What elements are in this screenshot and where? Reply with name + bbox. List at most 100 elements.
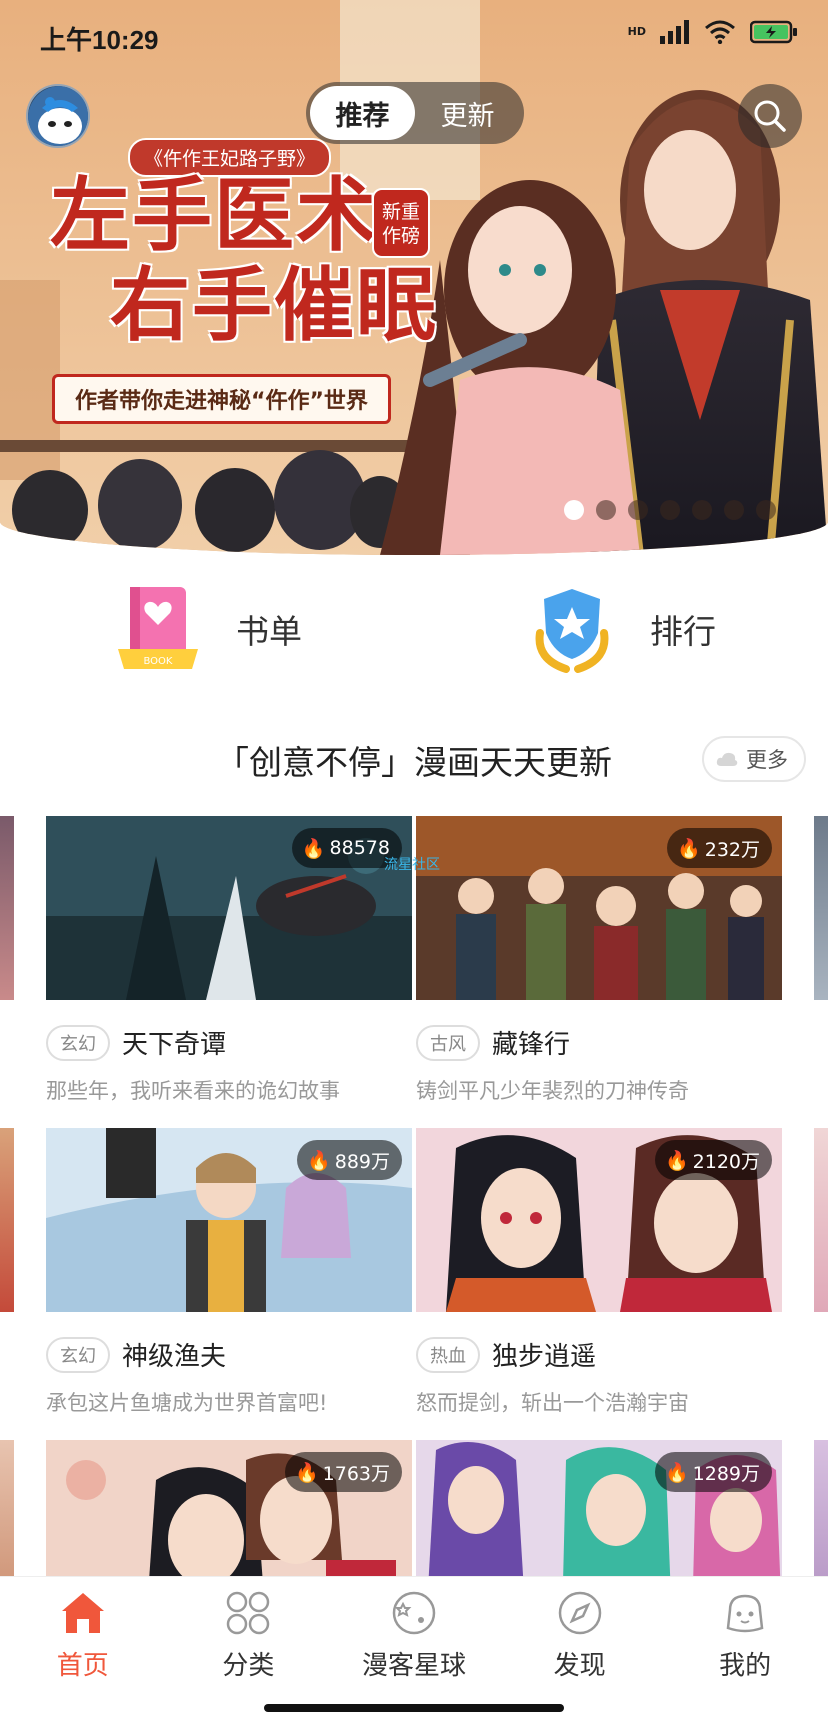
genre-tag: 古风 — [416, 1024, 480, 1061]
avatar[interactable] — [26, 84, 90, 148]
carousel-dot — [692, 500, 712, 520]
popularity-count: 88578 — [329, 837, 390, 859]
ranking-label: 排行 — [650, 612, 716, 651]
nav-home[interactable]: 首页 — [0, 1577, 166, 1724]
status-icons: HD — [628, 20, 798, 44]
ranking-entry[interactable]: 排行 — [414, 574, 828, 684]
genre-tag: 热血 — [416, 1336, 480, 1373]
nav-discover[interactable]: 发现 — [497, 1577, 663, 1724]
flame-icon: 🔥 — [664, 1461, 689, 1484]
peek-card-right — [814, 1440, 828, 1576]
home-indicator — [264, 1704, 564, 1712]
nav-discover-label: 发现 — [553, 1651, 606, 1681]
carousel-dot — [660, 500, 680, 520]
comic-title: 独步逍遥 — [492, 1342, 597, 1372]
more-label: 更多 — [746, 748, 788, 772]
carousel-dot — [564, 500, 584, 520]
comic-description: 承包这片鱼塘成为世界首富吧! — [46, 1391, 328, 1415]
svg-text:BOOK: BOOK — [144, 656, 173, 667]
carousel-indicator — [564, 500, 776, 520]
comic-card[interactable]: 🔥 232万 古风 藏锋行 铸剑平凡少年裴烈的刀神传奇 — [416, 816, 782, 1105]
comic-cover[interactable]: 🔥 1289万 — [416, 1440, 782, 1576]
booklist-entry[interactable]: BOOK 书单 — [0, 574, 414, 684]
search-icon — [754, 100, 786, 132]
comic-title: 天下奇谭 — [122, 1030, 227, 1060]
quick-entries: BOOK 书单 排行 — [0, 574, 828, 684]
comic-card[interactable]: 🔥 88578 玄幻 天下奇谭 那些年，我听来看来的诡幻故事 — [46, 816, 412, 1105]
popularity-badge: 🔥 1289万 — [654, 1452, 772, 1492]
banner-headline-line2: 右手催眠 — [110, 258, 438, 352]
comic-meta: 玄幻 天下奇谭 — [46, 1024, 412, 1061]
ranking-shield-icon — [535, 589, 609, 673]
tab-recommend[interactable]: 推荐 — [310, 86, 415, 140]
comic-card[interactable]: 🔥 1289万 — [416, 1440, 782, 1576]
comic-title: 神级渔夫 — [122, 1342, 227, 1372]
popularity-badge: 🔥 2120万 — [654, 1140, 772, 1180]
comic-cover[interactable]: 🔥 232万 — [416, 816, 782, 1000]
flame-icon: 🔥 — [664, 1149, 689, 1172]
popularity-count: 2120万 — [692, 1150, 760, 1173]
comic-card[interactable]: 🔥 2120万 热血 独步逍遥 怒而提剑，斩出一个浩瀚宇宙 — [416, 1128, 782, 1417]
popularity-count: 889万 — [334, 1150, 390, 1173]
tab-updates[interactable]: 更新 — [415, 86, 520, 140]
nav-home-label: 首页 — [56, 1651, 109, 1681]
nav-planet-label: 漫客星球 — [361, 1651, 466, 1681]
carousel-dot — [628, 500, 648, 520]
popularity-count: 1289万 — [692, 1462, 760, 1485]
planet-icon — [392, 1591, 436, 1635]
comic-card[interactable]: 🔥 1763万 — [46, 1440, 412, 1576]
profile-icon — [726, 1594, 764, 1633]
comic-cover[interactable]: 🔥 889万 — [46, 1128, 412, 1312]
peek-card-left — [0, 1128, 14, 1312]
carousel-dot — [596, 500, 616, 520]
compass-icon — [558, 1591, 601, 1635]
status-time: 上午10:29 — [40, 25, 159, 55]
comic-grid: 🔥 88578 玄幻 天下奇谭 那些年，我听来看来的诡幻故事 🔥 232万 古风… — [0, 816, 828, 1576]
nav-category-label: 分类 — [222, 1651, 275, 1681]
status-bar: 上午10:29 HD — [0, 0, 828, 72]
comic-cover[interactable]: 🔥 88578 — [46, 816, 412, 1000]
popularity-count: 232万 — [704, 838, 760, 861]
nav-planet[interactable]: 漫客星球 — [331, 1577, 497, 1724]
comic-description: 铸剑平凡少年裴烈的刀神传奇 — [416, 1079, 689, 1103]
comic-meta: 热血 独步逍遥 — [416, 1336, 782, 1373]
comic-cover[interactable]: 🔥 2120万 — [416, 1128, 782, 1312]
popularity-badge: 🔥 1763万 — [284, 1452, 402, 1492]
peek-card-left — [0, 1440, 14, 1576]
booklist-icon: BOOK — [118, 587, 198, 669]
banner-subtitle: 作者带你走进神秘“仵作”世界 — [52, 374, 391, 424]
popularity-badge: 🔥 232万 — [667, 828, 772, 868]
booklist-label: 书单 — [236, 612, 302, 651]
cloud-icon — [716, 752, 738, 766]
bottom-navigation: 首页 分类 漫客星球 发现 我的 — [0, 1576, 828, 1724]
comic-description: 怒而提剑，斩出一个浩瀚宇宙 — [416, 1391, 689, 1415]
comic-meta: 玄幻 神级渔夫 — [46, 1336, 412, 1373]
category-icon — [227, 1591, 270, 1635]
signal-icon — [660, 20, 689, 44]
comic-card[interactable]: 🔥 889万 玄幻 神级渔夫 承包这片鱼塘成为世界首富吧! — [46, 1128, 412, 1417]
home-icon — [61, 1593, 104, 1633]
search-button[interactable] — [738, 84, 802, 148]
comic-description: 那些年，我听来看来的诡幻故事 — [46, 1079, 340, 1103]
comic-meta: 古风 藏锋行 — [416, 1024, 782, 1061]
watermark-text: 流星社区 — [384, 857, 440, 873]
genre-tag: 玄幻 — [46, 1336, 110, 1373]
carousel-dot — [756, 500, 776, 520]
flame-icon: 🔥 — [294, 1461, 319, 1484]
flame-icon: 🔥 — [307, 1149, 331, 1172]
comic-title: 藏锋行 — [492, 1030, 571, 1060]
more-button[interactable]: 更多 — [702, 736, 806, 782]
genre-tag: 玄幻 — [46, 1024, 110, 1061]
carousel-dot — [724, 500, 744, 520]
flame-icon: 🔥 — [677, 837, 701, 860]
peek-card-right — [814, 816, 828, 1000]
hd-indicator: HD — [627, 25, 646, 38]
peek-card-right — [814, 1128, 828, 1312]
nav-profile[interactable]: 我的 — [662, 1577, 828, 1724]
banner-badge: 新重作磅 — [372, 188, 430, 258]
nav-profile-label: 我的 — [719, 1651, 772, 1681]
hero-banner[interactable]: 上午10:29 HD 推荐 更新 《仵作王妃路子野》 左手医术 右手催眠 新重作… — [0, 0, 828, 555]
comic-cover[interactable]: 🔥 1763万 — [46, 1440, 412, 1576]
nav-category[interactable]: 分类 — [166, 1577, 332, 1724]
peek-card-left — [0, 816, 14, 1000]
